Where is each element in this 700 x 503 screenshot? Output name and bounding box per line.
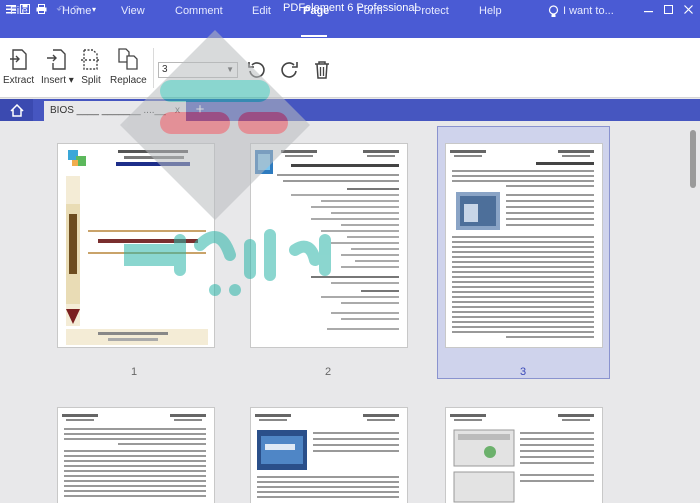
- split-button[interactable]: Split: [78, 46, 104, 86]
- rotate-left-icon[interactable]: [245, 58, 269, 82]
- page-thumbnail-3[interactable]: [445, 143, 603, 348]
- close-icon[interactable]: [678, 0, 698, 18]
- search-help-input[interactable]: I want to...: [563, 2, 614, 20]
- add-tab-icon[interactable]: +: [193, 99, 207, 121]
- page-select[interactable]: 3 ▼: [158, 62, 238, 78]
- page-4-content-image: [62, 414, 206, 497]
- extract-button[interactable]: Extract: [3, 46, 34, 86]
- page-thumbnail-2[interactable]: [250, 143, 408, 348]
- delete-page-icon[interactable]: [310, 58, 334, 82]
- rotate-right-icon[interactable]: [277, 58, 301, 82]
- cover-page-image: [66, 148, 208, 345]
- minimize-icon[interactable]: [638, 0, 658, 18]
- menu-view[interactable]: View: [121, 2, 145, 20]
- page-5-content-image: [255, 414, 399, 498]
- maximize-icon[interactable]: [658, 0, 678, 18]
- toolbar-divider: [153, 48, 154, 88]
- home-icon: [9, 103, 24, 117]
- extract-icon: [6, 46, 32, 72]
- split-label: Split: [81, 75, 101, 86]
- scrollbar-thumb[interactable]: [690, 130, 696, 188]
- document-tab[interactable]: BIOS ____ _______ ....__: [44, 101, 186, 121]
- page-number-1: 1: [130, 366, 138, 378]
- page-thumbnail-4[interactable]: [57, 407, 215, 503]
- replace-label: Replace: [110, 75, 147, 86]
- page-number-2: 2: [324, 366, 332, 378]
- menu-home[interactable]: Home: [62, 2, 91, 20]
- page-6-content-image: [450, 414, 594, 503]
- extract-label: Extract: [3, 75, 35, 86]
- home-tab[interactable]: [0, 99, 33, 121]
- page-thumbnail-6[interactable]: [445, 407, 603, 503]
- insert-icon: [44, 46, 70, 72]
- menu-page[interactable]: Page: [303, 2, 329, 20]
- menu-protect[interactable]: Protect: [414, 2, 449, 20]
- page-number-3: 3: [519, 366, 527, 378]
- chevron-down-icon: ▼: [226, 65, 234, 74]
- lightbulb-icon[interactable]: [548, 2, 559, 20]
- page-toolbar: [0, 38, 700, 98]
- tab-close-icon[interactable]: x: [175, 101, 180, 121]
- print-icon[interactable]: [34, 2, 48, 16]
- insert-label: Insert ▾: [41, 75, 74, 86]
- insert-button[interactable]: Insert ▾: [41, 46, 74, 86]
- menu-bar: [0, 18, 700, 38]
- page-thumbnail-5[interactable]: [250, 407, 408, 503]
- menu-help[interactable]: Help: [479, 2, 502, 20]
- page-thumbnail-1[interactable]: [57, 143, 215, 348]
- page-3-content-image: [450, 150, 594, 338]
- split-icon: [78, 46, 104, 72]
- replace-button[interactable]: Replace: [110, 46, 147, 86]
- page-2-content-image: [255, 150, 399, 330]
- menu-edit[interactable]: Edit: [252, 2, 271, 20]
- active-menu-indicator: [301, 35, 327, 37]
- menu-form[interactable]: Form: [357, 2, 383, 20]
- menu-file[interactable]: File: [10, 2, 28, 20]
- menu-comment[interactable]: Comment: [175, 2, 223, 20]
- page-select-value: 3: [162, 64, 168, 75]
- replace-icon: [115, 46, 141, 72]
